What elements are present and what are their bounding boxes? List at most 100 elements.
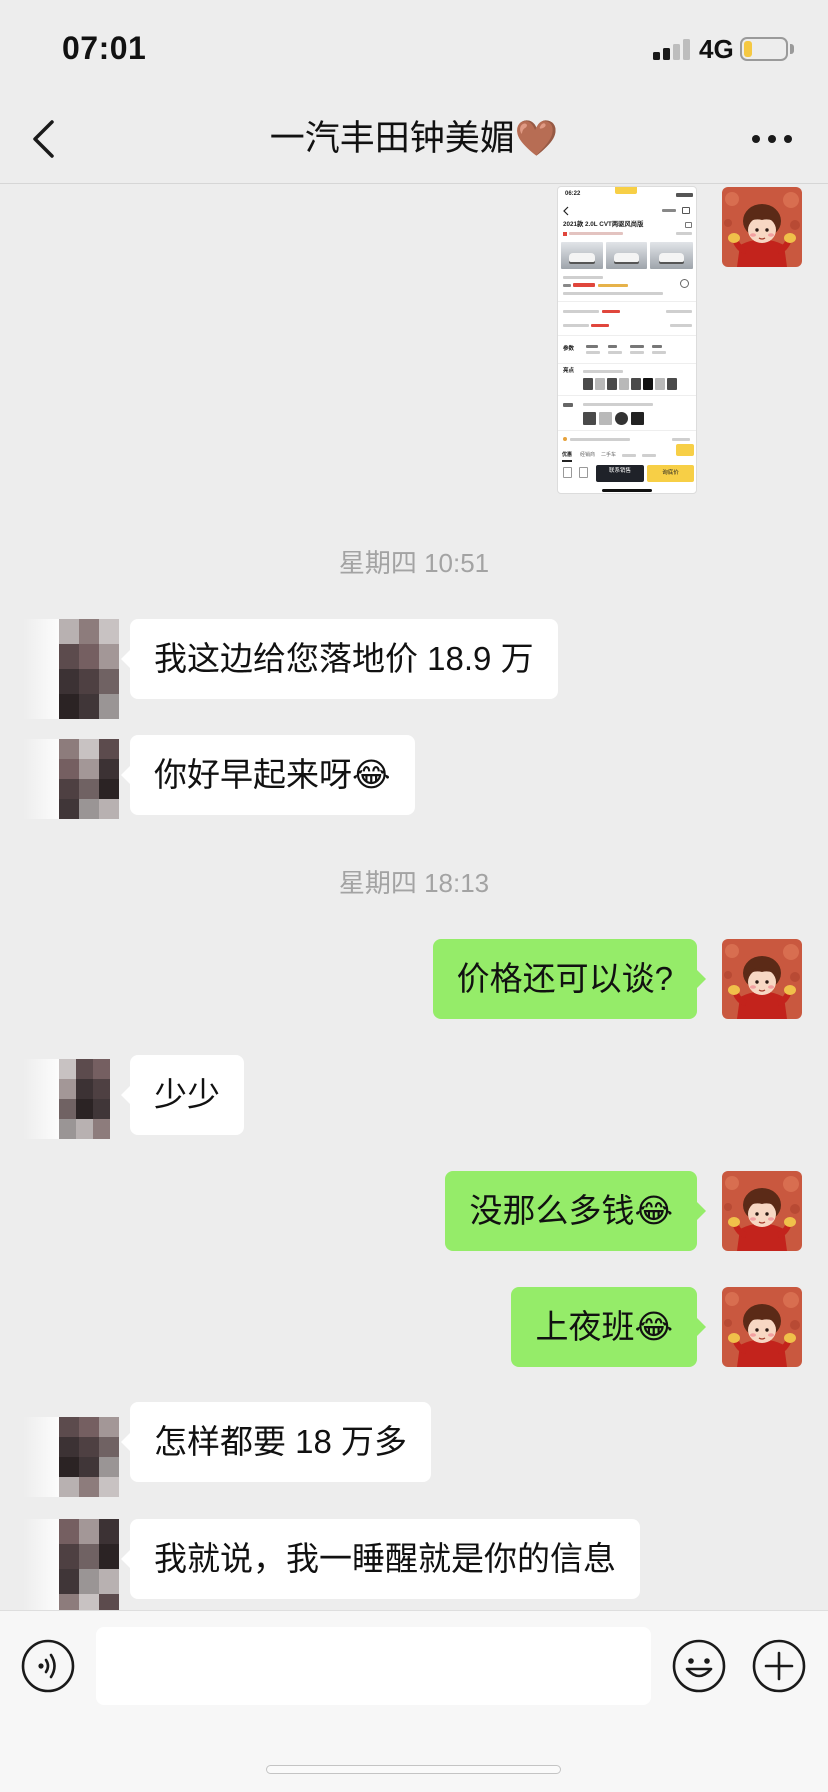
avatar-mosaic-cell — [59, 1519, 79, 1544]
shared-screenshot-image[interactable]: 06:22 2021款 2.0L CVT两驱风尚版 参数 亮点 优惠 经销商 二… — [557, 186, 697, 494]
contact-avatar[interactable] — [59, 619, 119, 719]
sent-message-bubble[interactable]: 价格还可以谈? — [432, 939, 707, 1019]
thumb-car-title: 2021款 2.0L CVT两驱风尚版 — [563, 221, 644, 228]
more-functions-button[interactable] — [751, 1638, 807, 1694]
thumb-tab: 二手车 — [601, 452, 617, 458]
received-message-bubble[interactable]: 少少 — [121, 1055, 244, 1135]
thumb-car-photo — [650, 242, 693, 269]
voice-button[interactable] — [20, 1638, 76, 1694]
cartoon-avatar-image — [722, 1171, 802, 1251]
signal-bar — [653, 52, 660, 60]
thumb-text-line — [563, 292, 663, 295]
home-indicator[interactable] — [266, 1765, 561, 1774]
thumb-param-label — [608, 351, 622, 354]
avatar-mosaic-cell — [59, 779, 79, 799]
received-message-bubble[interactable]: 你好早起来呀😂 — [121, 735, 415, 815]
thumb-divider — [558, 335, 696, 336]
avatar-mosaic-cell — [76, 1059, 93, 1079]
thumb-text-line — [570, 438, 630, 441]
avatar-mosaic-cell — [99, 669, 119, 694]
avatar-mosaic-cell — [99, 644, 119, 669]
avatar-mosaic-cell — [99, 1519, 119, 1544]
avatar-mosaic-cell — [93, 1119, 110, 1139]
self-avatar[interactable] — [722, 1287, 802, 1367]
avatar-mosaic-cell — [99, 694, 119, 719]
self-avatar[interactable] — [722, 1171, 802, 1251]
self-avatar[interactable] — [722, 187, 802, 267]
received-message-bubble[interactable]: 我这边给您落地价 18.9 万 — [121, 619, 558, 699]
avatar-mosaic-cell — [79, 644, 99, 669]
avatar-mosaic-cell — [59, 739, 79, 759]
voice-icon — [21, 1639, 75, 1693]
thumb-section-highlights: 亮点 — [563, 368, 575, 374]
message-timestamp: 星期四 10:51 — [338, 548, 490, 578]
avatar-mosaic-cell — [59, 1594, 79, 1610]
thumb-highlight-image — [607, 378, 617, 390]
avatar-mosaic-cell — [79, 1594, 99, 1610]
contact-avatar[interactable] — [59, 1519, 119, 1610]
thumb-tab: 优惠 — [562, 452, 573, 458]
emoji-button[interactable] — [671, 1638, 727, 1694]
thumb-header-link — [662, 209, 676, 212]
avatar-mosaic-cell — [99, 1594, 119, 1610]
thumb-highlight-image — [631, 378, 641, 390]
thumb-text-line — [672, 438, 690, 441]
avatar-mosaic-cell — [79, 669, 99, 694]
more-button[interactable] — [750, 132, 794, 146]
avatar-mosaic-cell — [79, 619, 99, 644]
avatar-blur-edge — [23, 1417, 59, 1497]
thumb-text-line — [563, 276, 603, 279]
avatar-mosaic-cell — [99, 759, 119, 779]
avatar-mosaic-cell — [99, 619, 119, 644]
sent-message-bubble[interactable]: 没那么多钱😂 — [445, 1171, 706, 1251]
chat-message-list[interactable]: 06:22 2021款 2.0L CVT两驱风尚版 参数 亮点 优惠 经销商 二… — [0, 184, 828, 1610]
avatar-mosaic-cell — [59, 694, 79, 719]
thumb-text-line — [676, 232, 692, 235]
thumb-icon — [563, 467, 572, 478]
avatar-mosaic-cell — [93, 1059, 110, 1079]
contact-avatar[interactable] — [59, 1417, 119, 1497]
thumb-highlight-image — [667, 378, 677, 390]
avatar-mosaic-cell — [76, 1079, 93, 1099]
thumb-divider — [558, 363, 696, 364]
thumb-highlight-image — [643, 378, 653, 390]
thumb-tab — [622, 454, 636, 457]
contact-avatar[interactable] — [59, 1059, 110, 1139]
thumb-divider — [558, 430, 696, 431]
thumb-car-photo — [606, 242, 647, 269]
thumb-text-line — [583, 370, 623, 373]
received-message-bubble[interactable]: 怎样都要 18 万多 — [120, 1402, 432, 1482]
avatar-mosaic-cell — [99, 1417, 119, 1437]
thumb-icon — [680, 279, 689, 288]
thumb-text-line — [583, 403, 653, 406]
thumb-divider — [558, 301, 696, 302]
thumb-section-label — [563, 403, 573, 407]
avatar-mosaic-cell — [59, 619, 79, 644]
avatar-mosaic-cell — [59, 799, 79, 819]
avatar-mosaic-cell — [59, 759, 79, 779]
avatar-mosaic-cell — [99, 1457, 119, 1477]
thumb-text-line — [563, 324, 589, 327]
network-type: 4G — [699, 34, 734, 64]
chat-title: 一汽丰田钟美媚🤎 — [269, 119, 559, 158]
avatar-mosaic-cell — [59, 1119, 76, 1139]
thumb-text-line — [563, 310, 599, 313]
avatar-blur-edge — [23, 1519, 59, 1610]
avatar-mosaic-cell — [79, 759, 99, 779]
thumb-contact-label: 联系销售 — [608, 468, 631, 474]
avatar-mosaic-cell — [59, 644, 79, 669]
self-avatar[interactable] — [722, 939, 802, 1019]
thumb-status-time: 06:22 — [565, 191, 581, 197]
avatar-mosaic-cell — [59, 1544, 79, 1569]
cartoon-avatar-image — [722, 187, 802, 267]
avatar-mosaic-cell — [99, 779, 119, 799]
received-message-bubble[interactable]: 我就说，我一睡醒就是你的信息 — [121, 1519, 640, 1599]
sent-message-bubble[interactable]: 上夜班😂 — [511, 1287, 706, 1367]
contact-avatar[interactable] — [59, 739, 119, 819]
thumb-price-label: 询底价 — [662, 470, 679, 476]
message-input[interactable] — [96, 1627, 651, 1705]
avatar-blur-edge — [23, 1059, 59, 1139]
avatar-mosaic-cell — [93, 1079, 110, 1099]
back-button[interactable] — [28, 118, 60, 160]
avatar-mosaic-cell — [76, 1099, 93, 1119]
